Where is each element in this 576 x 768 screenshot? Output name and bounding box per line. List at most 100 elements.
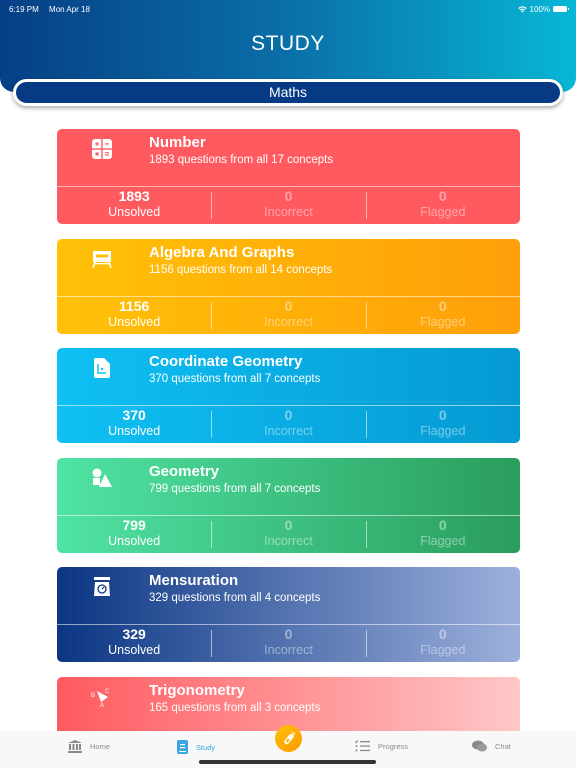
wifi-icon: [517, 5, 527, 13]
stat-label: Unsolved: [108, 643, 161, 657]
stat-flagged[interactable]: 0 Flagged: [365, 625, 520, 662]
topic-card-coordinate-geometry[interactable]: Coordinate Geometry 370 questions from al…: [57, 348, 520, 443]
card-stats: 1156 Unsolved 0 Incorrect 0 Flagged: [57, 297, 520, 334]
stat-unsolved[interactable]: 1893 Unsolved: [57, 187, 211, 224]
stat-label: Incorrect: [264, 533, 313, 548]
stat-flagged[interactable]: 0 Flagged: [365, 406, 520, 443]
stat-value: 0: [438, 188, 447, 204]
stat-value: 1156: [118, 297, 150, 314]
card-stats: 799 Unsolved 0 Incorrect 0 Flagged: [57, 516, 520, 553]
stat-unsolved[interactable]: 370 Unsolved: [57, 406, 211, 443]
stat-flagged[interactable]: 0 Flagged: [365, 516, 520, 553]
battery-percent: 100%: [529, 4, 550, 14]
test-tube-icon: [283, 730, 295, 744]
stat-value: 0: [284, 297, 293, 314]
shapes-icon: [91, 467, 113, 489]
card-title: Mensuration: [149, 572, 239, 589]
tab-home-label: Home: [90, 742, 111, 751]
stat-label: Unsolved: [108, 205, 161, 219]
tab-progress-label: Progress: [378, 741, 409, 751]
card-title: Coordinate Geometry: [149, 353, 303, 370]
stat-label: Incorrect: [264, 643, 313, 657]
stat-unsolved[interactable]: 1156 Unsolved: [57, 297, 211, 334]
home-indicator: [199, 760, 376, 764]
stat-label: Flagged: [420, 205, 466, 219]
stat-value: 1893: [118, 188, 150, 204]
stat-value: 370: [122, 407, 146, 423]
test-button[interactable]: [275, 725, 302, 752]
stat-incorrect[interactable]: 0 Incorrect: [211, 516, 365, 553]
stat-value: 0: [438, 297, 447, 314]
subject-selector[interactable]: Maths: [13, 79, 563, 106]
card-header: Mensuration 329 questions from all 4 conc…: [57, 567, 520, 624]
bank-icon: [68, 740, 82, 753]
stat-value: 0: [438, 516, 447, 533]
stat-label: Flagged: [420, 424, 466, 438]
stat-label: Unsolved: [108, 533, 161, 548]
stat-incorrect[interactable]: 0 Incorrect: [211, 625, 365, 662]
stat-value: 0: [284, 626, 293, 642]
tab-chat-label: Chat: [495, 741, 511, 751]
card-stats: 329 Unsolved 0 Incorrect 0 Flagged: [57, 625, 520, 662]
card-subtitle: 1156 questions from all 14 concepts: [149, 263, 333, 276]
stat-label: Flagged: [420, 533, 466, 548]
whiteboard-icon: [91, 248, 113, 270]
topic-card-algebra-and-graphs[interactable]: Algebra And Graphs 1156 questions from al…: [57, 238, 520, 334]
stat-value: 329: [122, 626, 146, 642]
calculator-icon: [91, 138, 113, 160]
checklist-icon: [355, 740, 370, 752]
card-header: Number 1893 questions from all 17 concept…: [57, 129, 520, 186]
stat-label: Incorrect: [264, 205, 313, 219]
weighing-scale-icon: [91, 576, 113, 598]
stat-incorrect[interactable]: 0 Incorrect: [211, 406, 365, 443]
card-title: Geometry: [149, 462, 220, 480]
stat-flagged[interactable]: 0 Flagged: [365, 187, 520, 224]
status-date: Mon Apr 18: [49, 4, 90, 14]
stat-value: 799: [122, 516, 146, 533]
stat-label: Unsolved: [108, 314, 161, 329]
card-title: Algebra And Graphs: [149, 243, 295, 261]
stat-value: 0: [284, 407, 293, 423]
card-stats: 1893 Unsolved 0 Incorrect 0 Flagged: [57, 187, 520, 224]
stat-value: 0: [438, 626, 447, 642]
card-subtitle: 370 questions from all 7 concepts: [149, 373, 321, 385]
topic-card-number[interactable]: Number 1893 questions from all 17 concept…: [57, 129, 520, 224]
topic-list: Number 1893 questions from all 17 concept…: [57, 129, 520, 768]
topic-card-mensuration[interactable]: Mensuration 329 questions from all 4 conc…: [57, 567, 520, 662]
tab-study[interactable]: Study: [177, 740, 215, 754]
card-subtitle: 799 questions from all 7 concepts: [149, 482, 321, 495]
status-time: 6:19 PM: [9, 4, 39, 14]
stat-label: Flagged: [420, 314, 466, 329]
stat-label: Incorrect: [264, 424, 313, 438]
book-icon: [177, 740, 188, 754]
stat-flagged[interactable]: 0 Flagged: [365, 297, 520, 334]
card-header: Geometry 799 questions from all 7 concept…: [57, 458, 520, 515]
card-header: Algebra And Graphs 1156 questions from al…: [57, 239, 520, 296]
stat-label: Unsolved: [108, 424, 161, 438]
page-title: STUDY: [251, 32, 325, 55]
svg-text:C: C: [105, 689, 110, 695]
battery-icon: [553, 6, 569, 12]
topic-card-geometry[interactable]: Geometry 799 questions from all 7 concept…: [57, 457, 520, 553]
coordinate-document-icon: [91, 357, 113, 379]
stat-value: 0: [438, 407, 447, 423]
study-screen: 6:19 PM Mon Apr 18 100% STUDY Maths Numb…: [0, 0, 576, 768]
stat-unsolved[interactable]: 329 Unsolved: [57, 625, 211, 662]
svg-text:B: B: [91, 693, 95, 699]
tab-chat[interactable]: Chat: [472, 740, 511, 752]
stat-unsolved[interactable]: 799 Unsolved: [57, 516, 211, 553]
card-subtitle: 165 questions from all 3 concepts: [149, 701, 321, 714]
tab-study-label: Study: [196, 742, 216, 752]
tab-home[interactable]: Home: [68, 740, 110, 753]
stat-incorrect[interactable]: 0 Incorrect: [211, 297, 365, 334]
chat-bubbles-icon: [472, 740, 487, 752]
card-title: Number: [149, 134, 206, 151]
triangle-abc-icon: C B A: [91, 686, 113, 708]
stat-value: 0: [284, 516, 293, 533]
tab-progress[interactable]: Progress: [355, 740, 408, 752]
card-header: Coordinate Geometry 370 questions from al…: [57, 348, 520, 405]
status-bar: 6:19 PM Mon Apr 18 100%: [9, 3, 569, 15]
stat-incorrect[interactable]: 0 Incorrect: [211, 187, 365, 224]
stat-label: Flagged: [420, 643, 466, 657]
stat-value: 0: [284, 188, 293, 204]
